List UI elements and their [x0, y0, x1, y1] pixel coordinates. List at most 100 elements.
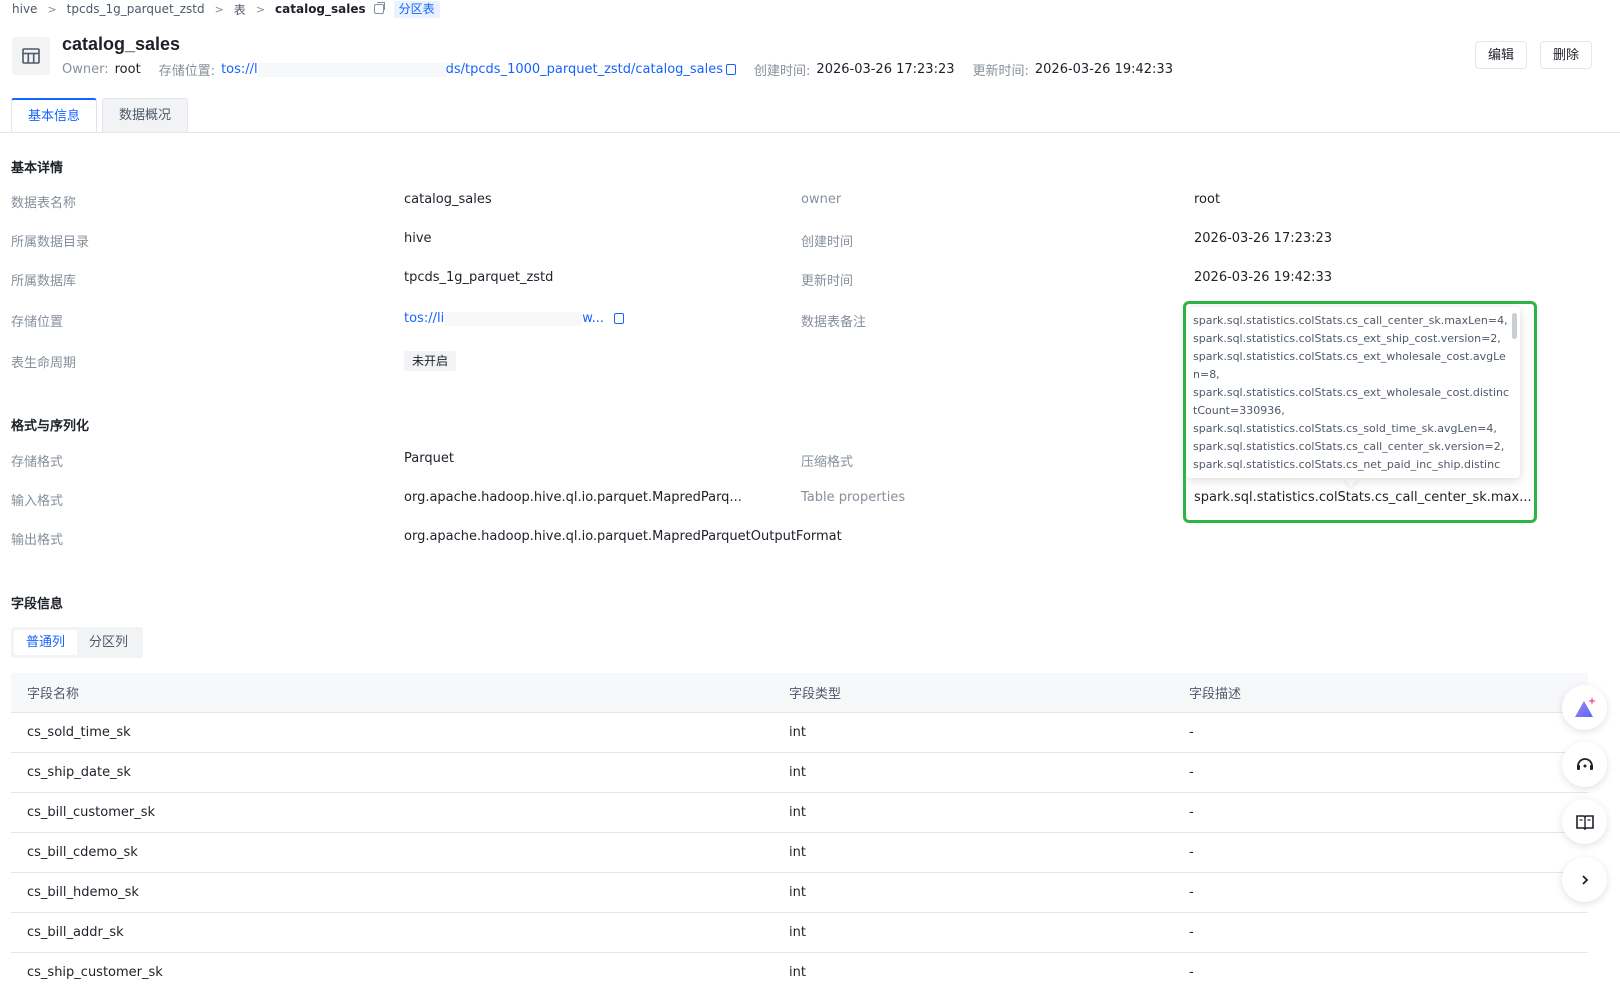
lifecycle-badge: 未开启: [404, 351, 457, 371]
column-header-name: 字段名称: [27, 687, 80, 702]
lifecycle-label: 表生命周期: [11, 356, 77, 371]
output-format-value: org.apache.hadoop.hive.ql.io.parquet.Map…: [404, 529, 842, 544]
database-value: tpcds_1g_parquet_zstd: [404, 270, 554, 285]
field-desc-cell: -: [1189, 725, 1194, 740]
chevron-right-icon: [1581, 874, 1588, 885]
storage-label: 存储位置:: [158, 64, 216, 79]
ai-assistant-icon: [1574, 696, 1596, 717]
tooltip-line: spark.sql.statistics.colStats.cs_call_ce…: [1193, 440, 1505, 453]
field-name-cell: cs_sold_time_sk: [27, 725, 131, 740]
copy-icon[interactable]: [373, 2, 385, 14]
table-name-label: 数据表名称: [11, 196, 77, 211]
column-type-switch: 普通列 分区列: [11, 627, 144, 658]
breadcrumb-item-database[interactable]: tpcds_1g_parquet_zstd: [67, 2, 205, 16]
field-name-cell: cs_bill_customer_sk: [27, 805, 156, 820]
field-desc-cell: -: [1189, 885, 1194, 900]
owner-value: root: [114, 62, 141, 77]
ai-assistant-button[interactable]: [1562, 685, 1607, 730]
storage-field-link-end[interactable]: w...: [582, 311, 604, 326]
storage-format-value: Parquet: [404, 451, 454, 466]
breadcrumb-separator: >: [47, 2, 57, 16]
field-type-cell: int: [789, 725, 806, 740]
field-name-cell: cs_ship_customer_sk: [27, 965, 163, 980]
table-properties-value[interactable]: spark.sql.statistics.colStats.cs_call_ce…: [1194, 490, 1532, 505]
section-fields-title: 字段信息: [11, 597, 64, 612]
created-field-value: 2026-03-26 17:23:23: [1194, 231, 1333, 246]
storage-format-label: 存储格式: [11, 455, 64, 470]
field-type-cell: int: [789, 885, 806, 900]
column-header-desc: 字段描述: [1189, 687, 1242, 702]
redacted-region: [444, 311, 583, 326]
subtab-partition-columns[interactable]: 分区列: [77, 630, 140, 655]
section-format-title: 格式与序列化: [11, 419, 90, 434]
input-format-label: 输入格式: [11, 494, 64, 509]
updated-value: 2026-03-26 19:42:33: [1034, 62, 1173, 77]
field-desc-cell: -: [1189, 845, 1194, 860]
header-meta: Owner: root 存储位置: tos://l ds/tpcds_1000_…: [62, 60, 1173, 79]
storage-link-suffix[interactable]: ds/tpcds_1000_parquet_zstd/catalog_sales: [446, 62, 723, 77]
tab-divider: [0, 132, 1620, 133]
breadcrumb-separator: >: [255, 2, 266, 16]
table-row: cs_ship_date_sk int -: [11, 753, 1588, 793]
page-title: catalog_sales: [62, 34, 181, 54]
updated-field-label: 更新时间: [801, 274, 854, 289]
table-row: cs_bill_customer_sk int -: [11, 793, 1588, 833]
subtab-normal-columns[interactable]: 普通列: [14, 630, 78, 655]
table-name-value: catalog_sales: [404, 192, 492, 207]
section-basic-title: 基本详情: [11, 161, 64, 176]
breadcrumb-separator: >: [214, 2, 224, 16]
field-name-cell: cs_bill_addr_sk: [27, 925, 124, 940]
breadcrumb-item-catalog[interactable]: hive: [12, 2, 37, 16]
storage-field-link[interactable]: tos://li: [404, 311, 444, 326]
collapse-button[interactable]: [1562, 857, 1607, 902]
delete-button[interactable]: 删除: [1540, 41, 1593, 69]
tab-data-overview[interactable]: 数据概况: [102, 98, 189, 132]
partition-table-tag: 分区表: [393, 0, 440, 18]
updated-field-value: 2026-03-26 19:42:33: [1194, 270, 1333, 285]
storage-link-prefix[interactable]: tos://l: [221, 62, 258, 77]
table-properties-label: Table properties: [801, 490, 906, 505]
output-format-label: 输出格式: [11, 533, 64, 548]
tooltip-line: spark.sql.statistics.colStats.cs_net_pai…: [1193, 458, 1501, 471]
storage-field-value: tos://li w...: [404, 311, 625, 326]
field-name-cell: cs_bill_cdemo_sk: [27, 845, 138, 860]
support-button[interactable]: [1562, 742, 1607, 787]
table-row: cs_bill_addr_sk int -: [11, 913, 1588, 953]
redacted-region: [257, 62, 446, 77]
breadcrumb-item-tables[interactable]: 表: [234, 1, 246, 18]
database-label: 所属数据库: [11, 274, 77, 289]
table-row: cs_sold_time_sk int -: [11, 713, 1588, 753]
field-desc-cell: -: [1189, 805, 1194, 820]
input-format-value: org.apache.hadoop.hive.ql.io.parquet.Map…: [404, 490, 742, 505]
copy-path-icon[interactable]: [726, 64, 737, 75]
created-value: 2026-03-26 17:23:23: [816, 62, 955, 77]
tab-basic-info[interactable]: 基本信息: [11, 98, 98, 132]
table-grid-icon: [22, 48, 40, 64]
field-desc-cell: -: [1189, 765, 1194, 780]
table-row: cs_ship_customer_sk int -: [11, 953, 1588, 984]
owner-field-label: owner: [801, 192, 842, 207]
storage-field-label: 存储位置: [11, 315, 64, 330]
copy-storage-icon[interactable]: [614, 313, 625, 324]
field-name-cell: cs_bill_hdemo_sk: [27, 885, 139, 900]
field-type-cell: int: [789, 965, 806, 980]
field-type-cell: int: [789, 845, 806, 860]
comment-label: 数据表备注: [801, 315, 867, 330]
table-properties-tooltip: spark.sql.statistics.colStats.cs_call_ce…: [1186, 307, 1520, 478]
field-type-cell: int: [789, 805, 806, 820]
edit-button[interactable]: 编辑: [1475, 41, 1528, 69]
owner-label: Owner:: [62, 62, 109, 77]
table-icon: [12, 37, 50, 75]
column-header-type: 字段类型: [789, 687, 842, 702]
headset-icon: [1576, 757, 1593, 770]
book-icon: [1575, 814, 1594, 830]
created-label: 创建时间:: [754, 64, 811, 79]
breadcrumb: hive > tpcds_1g_parquet_zstd > 表 > catal…: [12, 0, 440, 18]
breadcrumb-current: catalog_sales: [275, 2, 366, 16]
main-tabs: 基本信息 数据概况: [11, 98, 193, 132]
updated-label: 更新时间:: [972, 64, 1029, 79]
field-type-cell: int: [789, 925, 806, 940]
catalog-label: 所属数据目录: [11, 235, 90, 250]
tooltip-scrollbar[interactable]: [1512, 313, 1517, 339]
docs-button[interactable]: [1562, 799, 1607, 844]
